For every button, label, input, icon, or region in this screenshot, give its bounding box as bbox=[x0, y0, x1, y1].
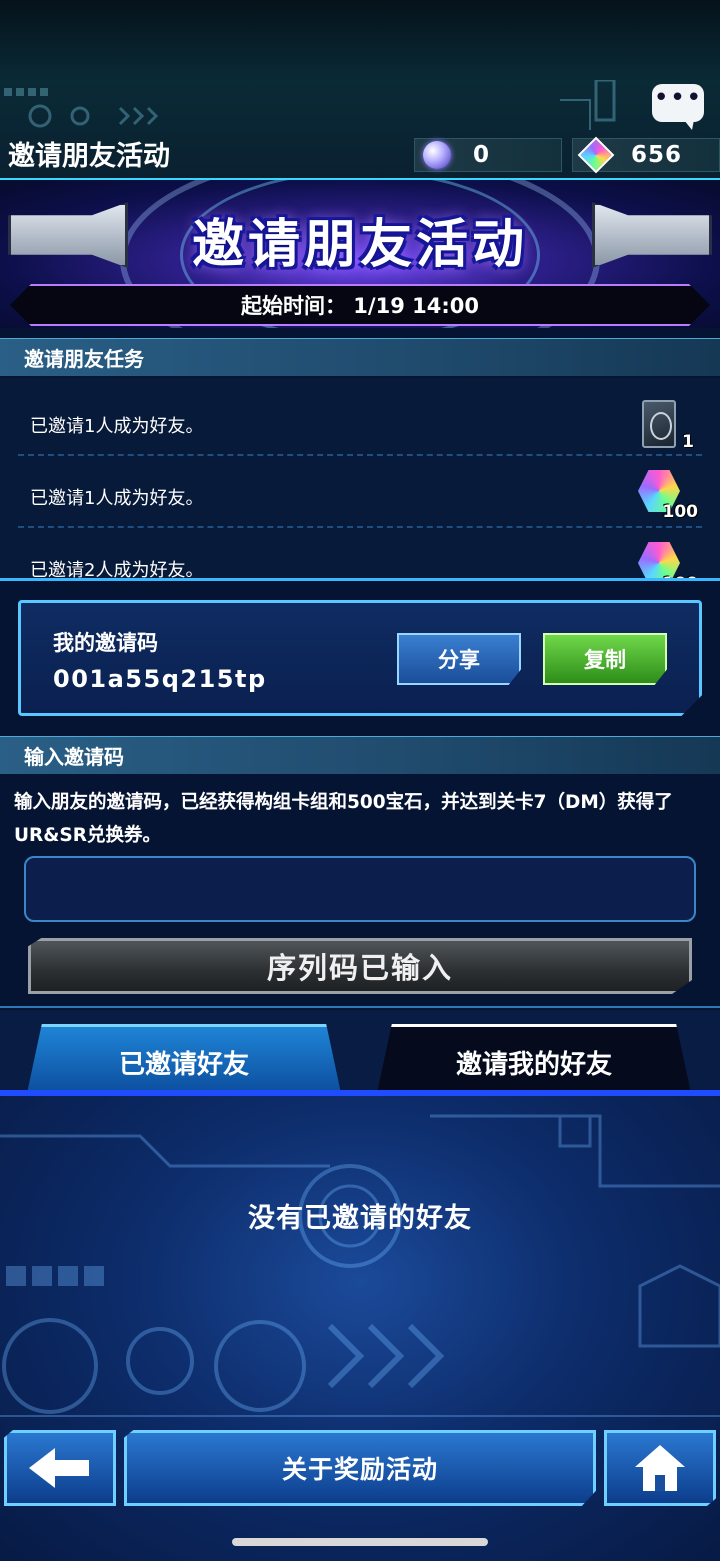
tab-invited-friends[interactable]: 已邀请好友 bbox=[26, 1024, 342, 1098]
copy-button[interactable]: 复制 bbox=[543, 633, 667, 685]
circuit-decoration bbox=[4, 80, 616, 130]
gem-count: 656 bbox=[631, 142, 683, 168]
gem-counter: 656 bbox=[572, 136, 720, 174]
home-icon bbox=[635, 1445, 685, 1491]
page-title: 邀请朋友活动 bbox=[8, 141, 170, 172]
mission-text: 已邀请1人成为好友。 bbox=[30, 416, 204, 437]
code-submitted-button[interactable]: 序列码已输入 bbox=[28, 938, 692, 994]
divider bbox=[0, 1006, 720, 1008]
divider bbox=[0, 578, 720, 581]
back-button[interactable] bbox=[4, 1430, 116, 1506]
enter-code-header: 输入邀请码 bbox=[0, 736, 720, 774]
gem-icon bbox=[638, 542, 680, 578]
mission-text: 已邀请2人成为好友。 bbox=[30, 560, 204, 578]
invite-code-input[interactable] bbox=[24, 856, 696, 922]
orb-counter: 0 bbox=[414, 138, 562, 172]
enter-code-description: 输入朋友的邀请码，已经获得构组卡组和500宝石，并达到关卡7（DM）获得了UR&… bbox=[14, 792, 673, 846]
my-invite-code-panel: 我的邀请码 001a55q215tp 分享 复制 bbox=[18, 600, 702, 716]
missions-header: 邀请朋友任务 bbox=[0, 338, 720, 376]
deck-icon bbox=[642, 400, 676, 448]
orb-count: 0 bbox=[473, 142, 491, 168]
empty-friends-message: 没有已邀请的好友 bbox=[248, 1203, 472, 1234]
my-code-value: 001a55q215tp bbox=[53, 665, 267, 693]
orb-icon bbox=[423, 141, 451, 169]
chat-icon: ••• bbox=[653, 83, 703, 113]
share-button[interactable]: 分享 bbox=[397, 633, 521, 685]
mission-text: 已邀请1人成为好友。 bbox=[30, 488, 204, 509]
chat-button[interactable]: ••• bbox=[652, 83, 704, 130]
home-button[interactable] bbox=[604, 1430, 716, 1506]
gem-icon bbox=[577, 136, 615, 174]
reward-count: 100 bbox=[662, 502, 699, 522]
start-time: 起始时间： 1/19 14:00 bbox=[10, 284, 710, 326]
tab-friends-who-invited-me[interactable]: 邀请我的好友 bbox=[376, 1024, 692, 1098]
list-item: 已邀请1人成为好友。 1 bbox=[18, 384, 702, 456]
banner-title: 邀请朋友活动 bbox=[191, 215, 528, 275]
my-code-label: 我的邀请码 bbox=[53, 631, 158, 655]
system-home-indicator[interactable] bbox=[232, 1538, 488, 1546]
back-arrow-icon bbox=[29, 1448, 91, 1488]
about-reward-event-button[interactable]: 关于奖励活动 bbox=[124, 1430, 596, 1506]
friends-tabs: 已邀请好友 邀请我的好友 bbox=[0, 1010, 720, 1098]
mission-list[interactable]: 已邀请1人成为好友。 1 已邀请1人成为好友。 100 已邀请2人成为好友。 1… bbox=[0, 378, 720, 578]
list-item: 已邀请1人成为好友。 100 bbox=[18, 456, 702, 528]
reward-count: 1 bbox=[682, 432, 694, 452]
list-item: 已邀请2人成为好友。 100 bbox=[18, 528, 702, 578]
